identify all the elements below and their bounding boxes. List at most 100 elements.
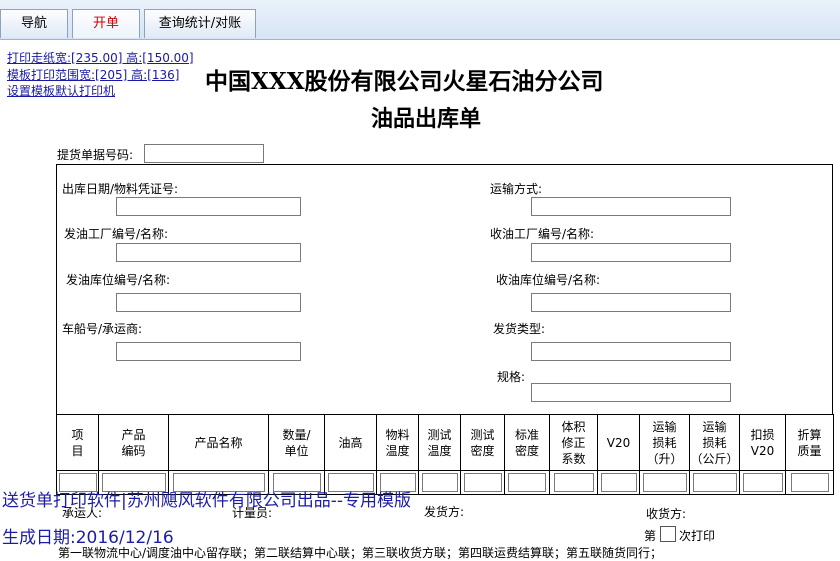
transport-input[interactable]: [531, 197, 731, 216]
default-printer-link[interactable]: 设置模板默认打印机: [7, 84, 115, 98]
column-header-text: 损耗: [702, 435, 727, 450]
cell-input[interactable]: [742, 473, 783, 492]
cell-input[interactable]: [600, 473, 637, 492]
recv-factory-label: 收油工厂编号/名称:: [490, 227, 595, 241]
column-header-5: 物料 温度: [376, 414, 419, 471]
cell-input[interactable]: [692, 473, 737, 492]
column-header-text: （公斤）: [690, 451, 739, 466]
column-header-text: 运输: [652, 419, 677, 434]
tab-nav[interactable]: 导航: [0, 9, 68, 38]
recv-party-label: 收货方:: [646, 507, 687, 521]
column-header-text: 测试: [470, 427, 495, 442]
column-header-text: 温度: [427, 443, 452, 458]
column-header-text: V20: [606, 435, 631, 450]
column-header-6: 测试 温度: [418, 414, 461, 471]
ship-party-label: 发货方:: [424, 505, 465, 519]
column-header-text: V20: [750, 443, 775, 458]
column-header-text: 目: [71, 443, 84, 458]
recv-factory-input[interactable]: [531, 243, 731, 262]
column-header-text: 温度: [385, 443, 410, 458]
cell-input[interactable]: [790, 473, 829, 492]
column-header-text: 测试: [427, 427, 452, 442]
product-table: 项目产品 编码 产品名称 数量/单位 油高 物料 温度 测试 温度 测试 密度 标准 密度 体积 修正 系数 V…: [56, 414, 834, 495]
column-header-text: 编码: [121, 443, 146, 458]
column-header-2: 产品名称: [168, 414, 269, 471]
column-header-4: 油高: [324, 414, 377, 471]
column-header-12: 运输 损耗 （公斤）: [689, 414, 740, 471]
column-header-text: 运输: [702, 419, 727, 434]
send-depot-input[interactable]: [116, 293, 301, 312]
column-header-text: 数量/: [282, 427, 311, 442]
table-cell: [639, 470, 690, 495]
ship-type-input[interactable]: [531, 342, 731, 361]
column-header-text: 单位: [284, 443, 309, 458]
print-count-checkbox[interactable]: [660, 526, 676, 542]
column-header-13: 扣损 V20: [739, 414, 786, 471]
column-header-10: V20: [597, 414, 640, 471]
software-watermark: 送货单打印软件|苏州飓风软件有限公司出品--专用模版: [2, 491, 411, 511]
generation-date: 生成日期:2016/12/16: [2, 528, 174, 548]
spec-input[interactable]: [531, 383, 731, 402]
column-header-8: 标准 密度: [504, 414, 550, 471]
column-header-text: 质量: [797, 443, 822, 458]
table-cell: [785, 470, 834, 495]
table-cell: [460, 470, 505, 495]
transport-label: 运输方式:: [490, 182, 543, 196]
column-header-1: 产品 编码: [98, 414, 169, 471]
column-header-text: 项: [71, 427, 84, 442]
column-header-text: 损耗: [652, 435, 677, 450]
column-header-11: 运输 损耗 （升）: [639, 414, 690, 471]
table-cell: [739, 470, 786, 495]
send-factory-input[interactable]: [116, 243, 301, 262]
cell-input[interactable]: [463, 473, 502, 492]
table-cell: [689, 470, 740, 495]
cell-input[interactable]: [642, 473, 687, 492]
company-title: 中国XXX股份有限公司火星石油分公司: [205, 68, 604, 95]
column-header-9: 体积 修正 系数: [549, 414, 598, 471]
out-date-input[interactable]: [116, 197, 301, 216]
vehicle-label: 车船号/承运商:: [62, 322, 143, 336]
spec-label: 规格:: [497, 370, 526, 384]
document-title: 油品出库单: [371, 106, 482, 132]
tab-query-stats[interactable]: 查询统计/对账: [144, 9, 256, 38]
table-header-row: 项目产品 编码 产品名称 数量/单位 油高 物料 温度 测试 温度 测试 密度 标准 密度 体积 修正 系数 V…: [56, 414, 834, 471]
column-header-text: 密度: [514, 443, 539, 458]
paper-size-link[interactable]: 打印走纸宽:[235.00] 高:[150.00]: [7, 51, 194, 65]
print-count-suffix: 次打印: [679, 529, 716, 543]
recv-depot-label: 收油库位编号/名称:: [496, 273, 601, 287]
column-header-3: 数量/单位: [268, 414, 325, 471]
tab-bar: 导航 开单 查询统计/对账: [0, 0, 840, 40]
column-header-7: 测试 密度: [460, 414, 505, 471]
print-range-link[interactable]: 模板打印范围宽:[205] 高:[136]: [7, 68, 179, 82]
vehicle-input[interactable]: [116, 342, 301, 361]
table-cell: [504, 470, 550, 495]
column-header-text: 产品: [121, 427, 146, 442]
print-count-prefix: 第: [644, 529, 657, 543]
cell-input[interactable]: [421, 473, 458, 492]
cell-input[interactable]: [553, 473, 594, 492]
column-header-text: 油高: [338, 435, 363, 450]
pickup-no-input[interactable]: [144, 144, 264, 163]
column-header-text: 标准: [514, 427, 539, 442]
table-cell: [418, 470, 461, 495]
recv-depot-input[interactable]: [531, 293, 731, 312]
pickup-no-label: 提货单据号码:: [57, 148, 134, 162]
table-cell: [549, 470, 598, 495]
column-header-14: 折算 质量: [785, 414, 834, 471]
column-header-text: 产品名称: [194, 435, 243, 450]
column-header-text: 物料: [385, 427, 410, 442]
column-header-text: 体积: [561, 419, 586, 434]
cell-input[interactable]: [508, 473, 546, 492]
column-header-0: 项目: [56, 414, 99, 471]
column-header-text: （升）: [646, 451, 683, 466]
column-header-text: 折算: [797, 427, 822, 442]
column-header-text: 修正: [561, 435, 586, 450]
tab-open-bill[interactable]: 开单: [72, 9, 140, 38]
ship-type-label: 发货类型:: [493, 322, 546, 336]
table-cell: [597, 470, 640, 495]
column-header-text: 密度: [470, 443, 495, 458]
out-date-label: 出库日期/物料凭证号:: [62, 182, 179, 196]
column-header-text: 系数: [561, 451, 586, 466]
column-header-text: 扣损: [750, 427, 775, 442]
send-depot-label: 发油库位编号/名称:: [66, 273, 171, 287]
